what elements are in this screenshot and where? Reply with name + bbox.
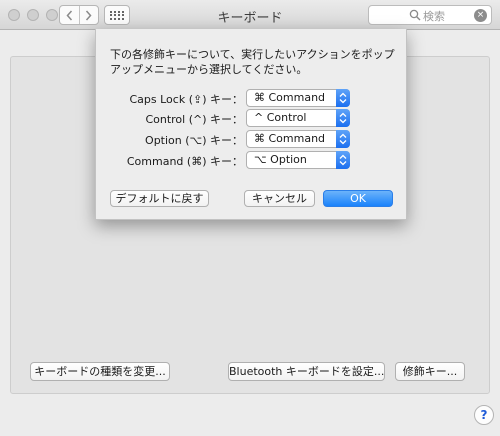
restore-defaults-button[interactable]: デフォルトに戻す <box>110 190 209 207</box>
clear-search-icon[interactable]: × <box>474 9 487 22</box>
control-mapping-row: Control (^) キー： ^ Control <box>96 109 408 127</box>
option-popup[interactable]: ⌘ Command <box>246 130 350 148</box>
popup-stepper-icon <box>336 89 350 107</box>
option-label: Option (⌥) キー： <box>145 134 243 147</box>
popup-stepper-icon <box>336 151 350 169</box>
caps-lock-popup-value: ⌘ Command <box>254 91 326 104</box>
search-placeholder: 検索 <box>423 10 445 23</box>
sheet-instructions: 下の各修飾キーについて、実行したいアクションをポップアップメニューから選択してく… <box>110 48 395 76</box>
command-mapping-row: Command (⌘) キー： ⌥ Option <box>96 151 408 169</box>
popup-stepper-icon <box>336 130 350 148</box>
cancel-button[interactable]: キャンセル <box>244 190 315 207</box>
control-popup-value: ^ Control <box>254 111 307 124</box>
caps-lock-popup[interactable]: ⌘ Command <box>246 89 350 107</box>
window-titlebar: キーボード 検索 × <box>0 0 500 30</box>
popup-stepper-icon <box>336 109 350 127</box>
modifier-keys-sheet: 下の各修飾キーについて、実行したいアクションをポップアップメニューから選択してく… <box>95 29 407 220</box>
modifier-keys-button[interactable]: 修飾キー... <box>395 362 465 381</box>
option-popup-value: ⌘ Command <box>254 132 326 145</box>
change-keyboard-type-button[interactable]: キーボードの種類を変更... <box>30 362 170 381</box>
caps-lock-label: Caps Lock (⇪) キー： <box>129 93 243 106</box>
command-popup-value: ⌥ Option <box>254 153 307 166</box>
ok-button[interactable]: OK <box>323 190 393 207</box>
control-label: Control (^) キー： <box>145 113 243 126</box>
option-mapping-row: Option (⌥) キー： ⌘ Command <box>96 130 408 148</box>
search-field[interactable]: 検索 × <box>368 5 492 25</box>
control-popup[interactable]: ^ Control <box>246 109 350 127</box>
help-button[interactable]: ? <box>474 405 494 425</box>
command-label: Command (⌘) キー： <box>126 155 243 168</box>
caps-lock-mapping-row: Caps Lock (⇪) キー： ⌘ Command <box>96 89 408 107</box>
setup-bluetooth-keyboard-button[interactable]: Bluetooth キーボードを設定... <box>228 362 385 381</box>
search-icon <box>409 9 421 21</box>
command-popup[interactable]: ⌥ Option <box>246 151 350 169</box>
